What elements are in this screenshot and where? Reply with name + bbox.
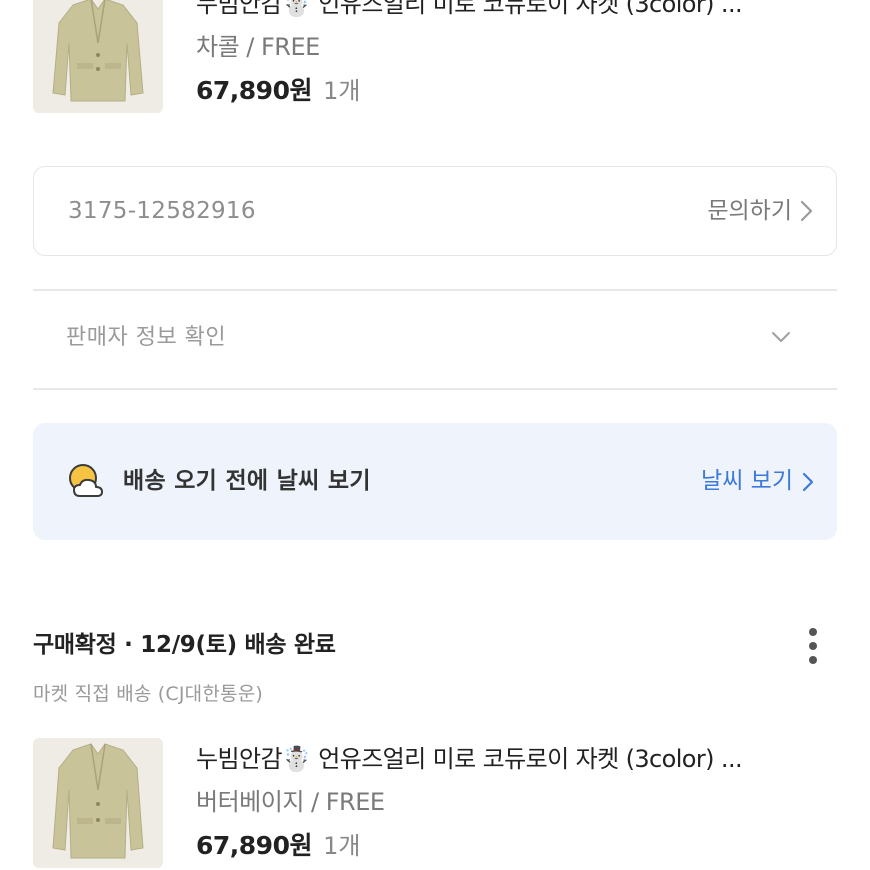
product-title[interactable]: 누빔안감☃️ 언유즈얼리 미로 코듀로이 자켓 (3color) ... <box>196 0 836 25</box>
shipping-method: 마켓 직접 배송 (CJ대한통운) <box>33 683 264 705</box>
product-option: 차콜 / FREE <box>196 33 320 61</box>
product-quantity: 1개 <box>323 77 361 105</box>
more-vertical-icon[interactable] <box>797 626 829 666</box>
order-number: 3175-12582916 <box>68 198 256 224</box>
product-title[interactable]: 누빔안감☃️ 언유즈얼리 미로 코듀로이 자켓 (3color) ... <box>196 738 836 780</box>
weather-banner[interactable]: 배송 오기 전에 날씨 보기 날씨 보기 <box>33 423 837 540</box>
chevron-right-icon[interactable] <box>798 200 816 222</box>
divider <box>33 388 837 390</box>
order-number-box: 3175-12582916 문의하기 <box>33 166 837 256</box>
product-price: 67,890원 <box>196 831 312 860</box>
product-price: 67,890원 <box>196 76 312 105</box>
jacket-image <box>33 738 163 868</box>
product-thumbnail[interactable] <box>33 0 163 113</box>
product-option: 버터베이지 / FREE <box>196 788 385 816</box>
product-item-top[interactable]: 누빔안감☃️ 언유즈얼리 미로 코듀로이 자켓 (3color) ... 차콜 … <box>33 0 837 113</box>
chevron-right-icon[interactable] <box>801 471 815 493</box>
weather-banner-text: 배송 오기 전에 날씨 보기 <box>123 468 371 494</box>
product-thumbnail[interactable] <box>33 738 163 868</box>
jacket-image <box>33 0 163 113</box>
product-item-bottom[interactable]: 누빔안감☃️ 언유즈얼리 미로 코듀로이 자켓 (3color) ... 버터베… <box>33 738 837 868</box>
sun-cloud-icon <box>69 464 103 497</box>
inquiry-link[interactable]: 문의하기 <box>707 167 792 255</box>
seller-info-label: 판매자 정보 확인 <box>66 325 227 350</box>
order-status-title: 구매확정 · 12/9(토) 배송 완료 <box>33 632 336 658</box>
seller-info-toggle[interactable]: 판매자 정보 확인 <box>33 290 837 388</box>
chevron-down-icon <box>772 332 790 342</box>
product-quantity: 1개 <box>323 832 361 860</box>
weather-link[interactable]: 날씨 보기 <box>701 423 793 540</box>
